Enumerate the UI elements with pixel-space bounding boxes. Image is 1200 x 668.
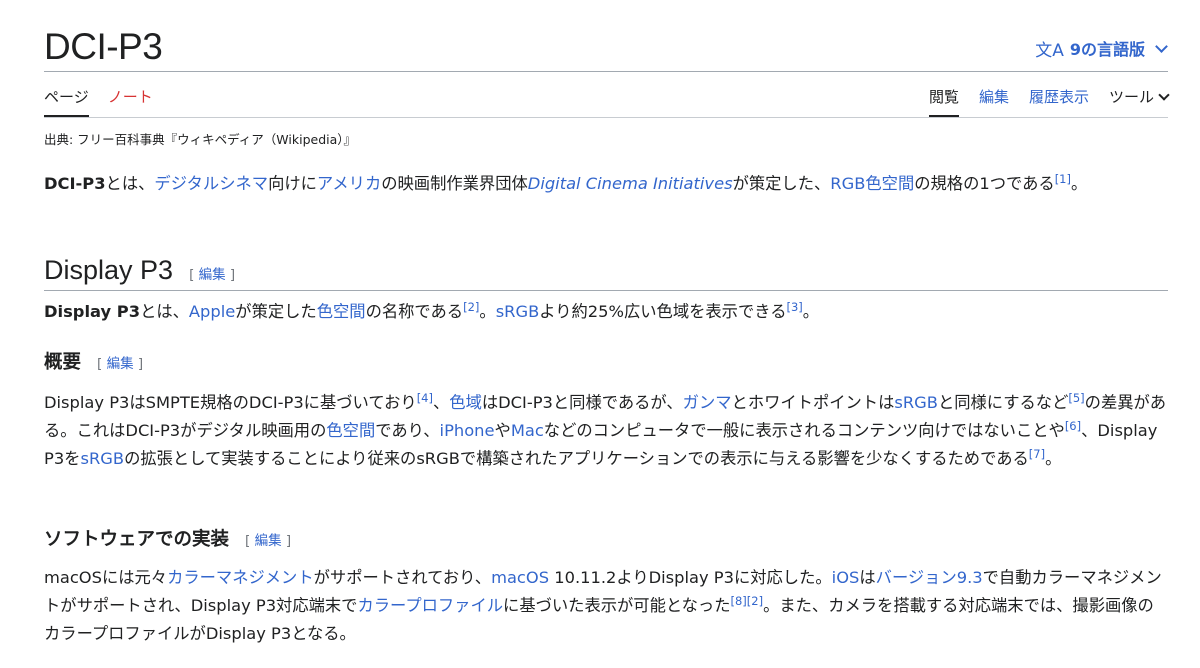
chevron-down-icon <box>1155 39 1168 53</box>
link-srgb[interactable]: sRGB <box>496 302 540 321</box>
heading-text: ソフトウェアでの実装 <box>44 529 230 550</box>
tab-edit[interactable]: 編集 <box>979 88 1009 117</box>
link-version-9-3[interactable]: バージョン9.3 <box>876 568 983 587</box>
link-gamut[interactable]: 色域 <box>449 393 482 412</box>
link-macos[interactable]: macOS <box>491 568 549 587</box>
link-dci[interactable]: Digital Cinema Initiatives <box>528 174 733 193</box>
tab-history[interactable]: 履歴表示 <box>1029 88 1089 117</box>
edit-section-link[interactable]: 編集 <box>199 267 226 283</box>
text: の名称である <box>365 302 464 321</box>
text: 10.11.2よりDisplay P3に対応した。 <box>549 568 832 587</box>
section-edit: [ 編集 ] <box>97 356 144 372</box>
display-p3-paragraph: Display P3とは、Appleが策定した色空間の名称である[2]。sRGB… <box>44 298 1168 326</box>
text: とホワイトポイントは <box>731 393 895 412</box>
text: 。 <box>1070 174 1088 193</box>
link-iphone[interactable]: iPhone <box>440 421 495 440</box>
text: 。 <box>802 302 820 321</box>
reference-5[interactable]: [5] <box>1068 391 1084 405</box>
software-paragraph: macOSには元々カラーマネジメントがサポートされており、macOS 10.11… <box>44 564 1168 648</box>
reference-2[interactable]: [2] <box>747 594 763 608</box>
link-color-management[interactable]: カラーマネジメント <box>167 568 314 587</box>
text: 、 <box>432 393 450 412</box>
text: の規格の1つである <box>914 174 1055 193</box>
link-ios[interactable]: iOS <box>832 568 860 587</box>
text: が策定した <box>235 302 317 321</box>
edit-section-link[interactable]: 編集 <box>255 533 282 549</box>
language-button[interactable]: 文A 9の言語版 <box>1035 34 1168 62</box>
page-title: DCI-P3 <box>44 26 163 67</box>
tabs-divider <box>44 117 1168 118</box>
section-edit: [ 編集 ] <box>189 267 236 283</box>
link-apple[interactable]: Apple <box>189 302 235 321</box>
tab-tools[interactable]: ツール <box>1108 88 1170 117</box>
section-heading-software: ソフトウェアでの実装 [ 編集 ] <box>44 527 291 553</box>
link-digital-cinema[interactable]: デジタルシネマ <box>154 174 268 193</box>
tab-talk[interactable]: ノート <box>108 88 153 117</box>
text: であり、 <box>375 421 440 440</box>
section-edit: [ 編集 ] <box>245 533 292 549</box>
link-color-space[interactable]: 色空間 <box>326 421 375 440</box>
text: より約25%広い色域を表示できる <box>539 302 787 321</box>
reference-7[interactable]: [7] <box>1029 447 1045 461</box>
tools-label: ツール <box>1108 88 1154 106</box>
chevron-down-icon <box>1158 89 1170 101</box>
text: 。 <box>479 302 496 321</box>
text: はDCI-P3と同様であるが、 <box>481 393 683 412</box>
text: が策定した、 <box>732 174 831 193</box>
overview-paragraph: Display P3はSMPTE規格のDCI-P3に基づいており[4]、色域はD… <box>44 389 1168 473</box>
text: は <box>859 568 876 587</box>
link-mac[interactable]: Mac <box>511 421 544 440</box>
text: とは、 <box>140 302 189 321</box>
heading-text: Display P3 <box>44 255 174 285</box>
link-gamma[interactable]: ガンマ <box>683 393 732 412</box>
reference-1[interactable]: [1] <box>1055 172 1071 186</box>
title-divider <box>44 71 1168 72</box>
link-color-space[interactable]: 色空間 <box>317 302 366 321</box>
reference-8[interactable]: [8] <box>730 594 746 608</box>
text: の拡張として実装することにより従来のsRGBで構築されたアプリケーションでの表示… <box>124 449 1029 468</box>
reference-6[interactable]: [6] <box>1065 419 1081 433</box>
text: 。 <box>1045 449 1062 468</box>
heading-text: 概要 <box>44 352 82 373</box>
reference-4[interactable]: [4] <box>417 391 433 405</box>
link-color-profile[interactable]: カラープロファイル <box>357 596 503 615</box>
link-rgb-color-space[interactable]: RGB色空間 <box>830 174 914 193</box>
translate-icon: 文A <box>1035 40 1064 61</box>
text: と同様にするなど <box>937 393 1069 412</box>
text: 向けに <box>268 174 317 193</box>
text: の映画制作業界団体 <box>381 174 528 193</box>
view-tabs: 閲覧 編集 履歴表示 ツール <box>928 88 1170 117</box>
intro-paragraph: DCI-P3とは、デジタルシネマ向けにアメリカの映画制作業界団体Digital … <box>44 170 1124 198</box>
reference-2[interactable]: [2] <box>463 300 479 314</box>
text: がサポートされており、 <box>313 568 492 587</box>
text: に基づいた表示が可能となった <box>503 596 731 615</box>
text: macOSには元々 <box>44 568 168 587</box>
tab-read[interactable]: 閲覧 <box>928 88 959 117</box>
edit-section-link[interactable]: 編集 <box>107 356 134 372</box>
link-srgb[interactable]: sRGB <box>80 449 124 468</box>
bold-term: Display P3 <box>44 302 141 321</box>
namespace-tabs: ページ ノート <box>44 88 153 117</box>
bold-term: DCI-P3 <box>44 174 106 193</box>
text: Display P3はSMPTE規格のDCI-P3に基づいており <box>44 393 417 412</box>
text: などのコンピュータで一般に表示されるコンテンツ向けではないことや <box>543 421 1065 440</box>
link-srgb[interactable]: sRGB <box>894 393 938 412</box>
site-tagline: 出典: フリー百科事典『ウィキペディア（Wikipedia）』 <box>44 132 357 147</box>
text: とは、 <box>105 174 155 193</box>
reference-3[interactable]: [3] <box>786 300 802 314</box>
link-america[interactable]: アメリカ <box>317 174 381 193</box>
tab-page[interactable]: ページ <box>44 88 89 117</box>
language-button-label: 9の言語版 <box>1069 40 1145 59</box>
section-heading-overview: 概要 [ 編集 ] <box>44 350 143 376</box>
section-heading-display-p3: Display P3 [ 編集 ] <box>44 252 1168 291</box>
text: や <box>494 421 511 440</box>
